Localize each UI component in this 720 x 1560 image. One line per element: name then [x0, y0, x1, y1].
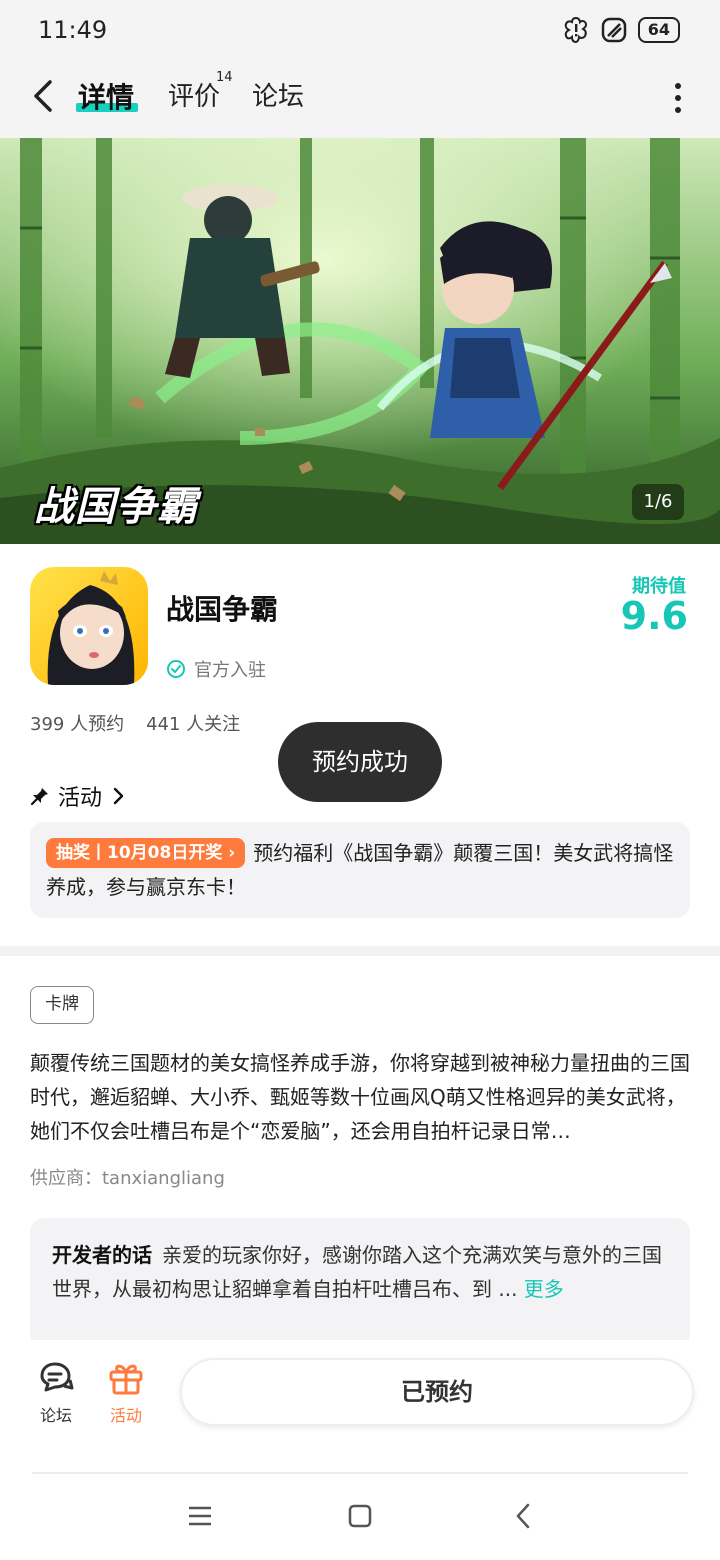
battery-indicator: 64 — [637, 17, 680, 43]
menu-icon[interactable] — [186, 1502, 214, 1530]
activity-heading: 活动 — [58, 786, 103, 811]
bottom-divider — [32, 1472, 688, 1474]
status-icons: 64 — [562, 16, 680, 44]
genre-tag[interactable]: 卡牌 — [30, 986, 94, 1024]
banner-carousel[interactable]: 战国争霸 1/6 — [0, 138, 720, 544]
activity-section-header[interactable]: 活动 — [30, 780, 126, 812]
forum-chat-icon — [40, 1362, 74, 1392]
reservation-count: 399 人预约 — [30, 714, 125, 735]
section-divider — [0, 946, 720, 956]
system-back-icon[interactable] — [510, 1502, 538, 1530]
lottery-tag[interactable]: 抽奖丨10月08日开奖 › — [46, 838, 246, 868]
tab-review[interactable]: 评价 — [168, 76, 220, 113]
toast-message: 预约成功 — [278, 722, 442, 802]
forum-label: 论坛 — [39, 1406, 72, 1425]
status-time: 11:49 — [38, 16, 108, 44]
follower-count: 441 人关注 — [146, 714, 241, 735]
banner-page-indicator: 1/6 — [632, 484, 684, 520]
developer-note-card[interactable]: 开发者的话 亲爱的玩家你好，感谢你踏入这个充满欢笑与意外的三国世界，从最初构思让貂… — [30, 1218, 690, 1348]
provider-info: 供应商：tanxiangliang — [30, 1168, 225, 1189]
bottom-action-bar: 论坛 活动 已预约 — [0, 1340, 720, 1474]
expectation-score: 9.6 — [620, 594, 688, 638]
system-navigation-bar — [0, 1476, 720, 1560]
official-label: 官方入驻 — [194, 660, 266, 681]
game-title: 战国争霸 — [166, 593, 279, 626]
forum-button[interactable]: 论坛 — [26, 1360, 86, 1426]
activity-button[interactable]: 活动 — [96, 1360, 156, 1426]
tab-detail[interactable]: 详情 — [78, 76, 134, 116]
tag-chevron-icon: › — [228, 843, 236, 863]
review-count: 14 — [216, 70, 233, 85]
more-options-icon[interactable] — [672, 80, 684, 116]
official-badge: 官方入驻 — [166, 656, 266, 682]
restricted-icon — [601, 17, 626, 43]
game-stats: 399 人预约 441 人关注 — [30, 710, 240, 736]
more-link[interactable]: 更多 — [524, 1277, 564, 1301]
verified-check-icon — [167, 660, 185, 678]
activity-label: 活动 — [109, 1406, 142, 1425]
chevron-right-icon — [113, 787, 124, 805]
status-bar: 11:49 64 — [0, 0, 720, 60]
game-description[interactable]: 颠覆传统三国题材的美女搞怪养成手游，你将穿越到被神秘力量扭曲的三国时代，邂逅貂蝉… — [30, 1046, 692, 1148]
pin-icon — [30, 788, 48, 806]
alert-flower-icon — [564, 16, 587, 44]
tab-forum[interactable]: 论坛 — [252, 76, 304, 113]
gift-icon — [109, 1364, 143, 1395]
activity-card[interactable]: 抽奖丨10月08日开奖 › 预约福利《战国争霸》颠覆三国！美女武将搞怪养成，参与赢… — [30, 822, 690, 918]
back-arrow-icon[interactable] — [28, 76, 64, 116]
banner-game-logo: 战国争霸 — [34, 484, 198, 530]
top-nav: 详情 评价 14 论坛 — [0, 60, 720, 138]
reserved-button[interactable]: 已预约 — [180, 1358, 694, 1426]
home-icon[interactable] — [346, 1502, 374, 1530]
game-icon — [30, 567, 148, 685]
developer-note-label: 开发者的话 — [52, 1243, 152, 1267]
